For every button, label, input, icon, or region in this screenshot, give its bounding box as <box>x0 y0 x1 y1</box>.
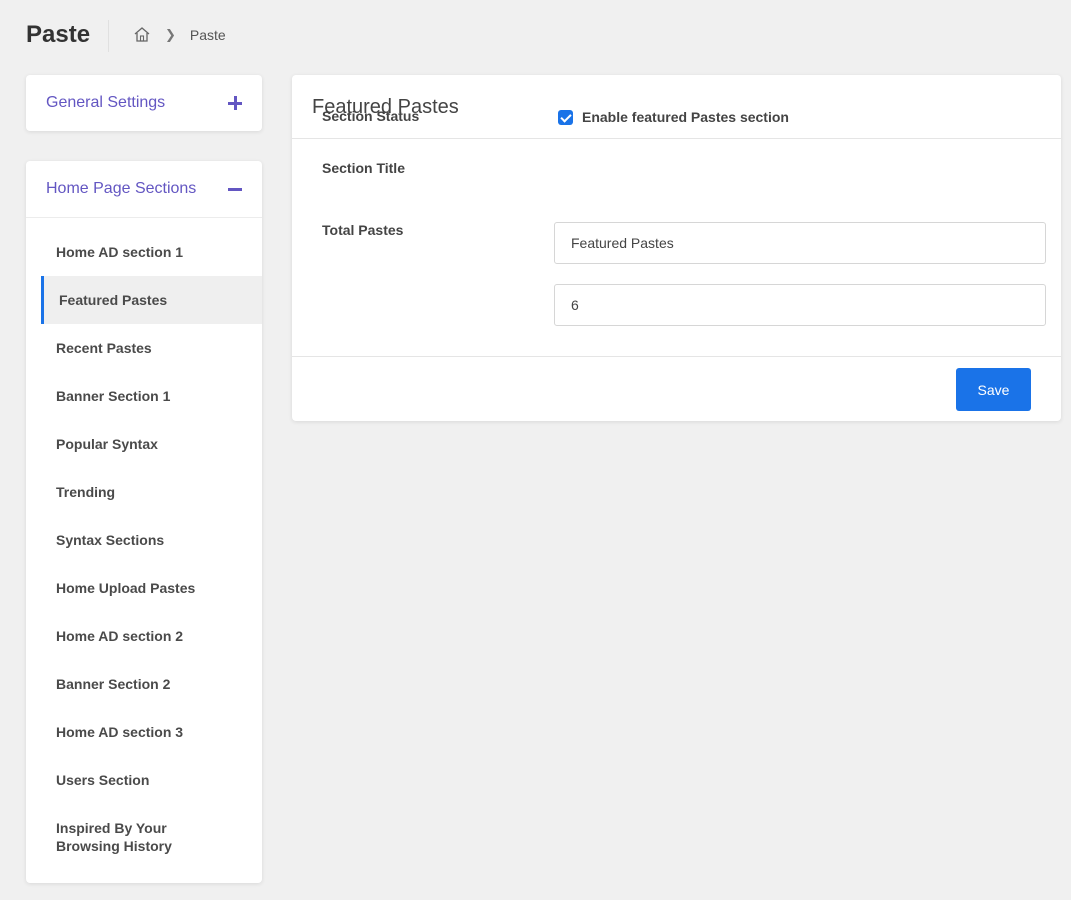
general-settings-title[interactable]: General Settings <box>46 94 165 112</box>
sidebar-item[interactable]: Banner Section 1 <box>26 372 262 420</box>
sidebar-item[interactable]: Home AD section 3 <box>26 708 262 756</box>
sidebar-item[interactable]: Banner Section 2 <box>26 660 262 708</box>
sidebar-item[interactable]: Popular Syntax <box>26 420 262 468</box>
sidebar-item[interactable]: Featured Pastes <box>41 276 262 324</box>
sidebar-item[interactable]: Home AD section 1 <box>26 228 262 276</box>
featured-pastes-panel: Featured Pastes Section Status Enable fe… <box>292 75 1061 421</box>
enable-checkbox[interactable] <box>558 109 573 125</box>
section-title-label: Section Title <box>322 160 405 176</box>
home-page-sections-panel: Home Page Sections Home AD section 1 Feat… <box>26 161 262 883</box>
save-button[interactable]: Save <box>956 368 1031 411</box>
chevron-right-icon: ❯ <box>165 27 176 42</box>
home-icon[interactable] <box>133 26 151 44</box>
general-settings-header[interactable]: General Settings <box>26 75 262 131</box>
breadcrumb: ❯ Paste <box>133 26 226 44</box>
sidebar-item[interactable]: Home Upload Pastes <box>26 564 262 612</box>
home-page-sections-header[interactable]: Home Page Sections <box>26 161 262 218</box>
section-status-label: Section Status <box>322 108 420 124</box>
sidebar-item[interactable]: Users Section <box>26 756 262 804</box>
panel-title: Featured Pastes <box>292 75 1061 139</box>
section-list: Home AD section 1 Featured Pastes Recent P… <box>26 218 262 870</box>
page-header: Paste ❯ Paste <box>0 0 1071 72</box>
home-page-sections-title[interactable]: Home Page Sections <box>46 180 196 198</box>
panel-footer: Save <box>292 356 1061 421</box>
page-title: Paste <box>26 21 91 48</box>
minus-icon[interactable] <box>228 182 242 196</box>
total-pastes-label: Total Pastes <box>322 222 404 238</box>
general-settings-panel: General Settings <box>26 75 262 131</box>
breadcrumb-current: Paste <box>189 27 226 43</box>
enable-featured-toggle[interactable]: Enable featured Pastes section <box>558 109 789 125</box>
enable-checkbox-label[interactable]: Enable featured Pastes section <box>582 109 789 125</box>
sidebar-item[interactable]: Trending <box>26 468 262 516</box>
sidebar-item[interactable]: Recent Pastes <box>26 324 262 372</box>
section-title-input[interactable] <box>554 222 1046 264</box>
sidebar-item[interactable]: Inspired By Your Browsing History <box>26 804 262 870</box>
header-divider <box>108 20 109 52</box>
total-pastes-input[interactable] <box>554 284 1046 326</box>
sidebar-item[interactable]: Home AD section 2 <box>26 612 262 660</box>
sidebar-item[interactable]: Syntax Sections <box>26 516 262 564</box>
plus-icon[interactable] <box>228 96 242 110</box>
